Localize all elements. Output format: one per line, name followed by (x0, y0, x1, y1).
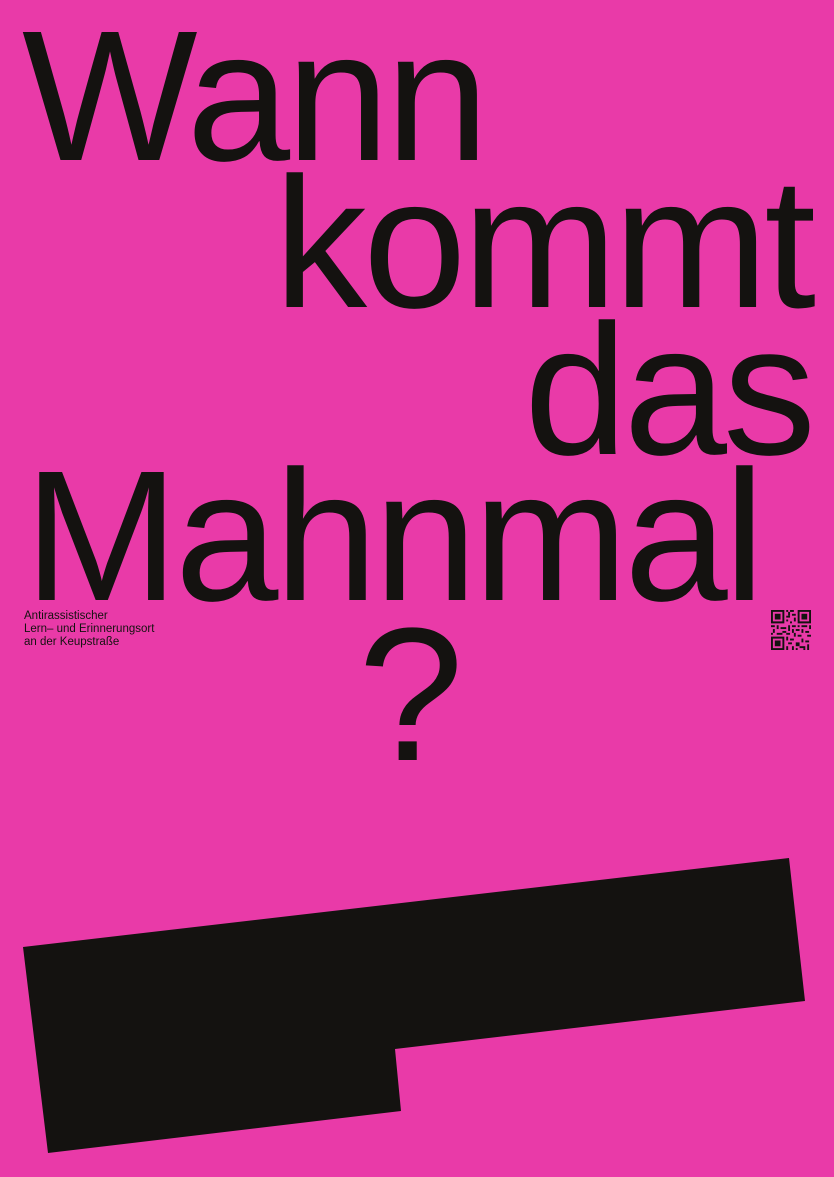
black-angled-block-shape (23, 858, 805, 1153)
